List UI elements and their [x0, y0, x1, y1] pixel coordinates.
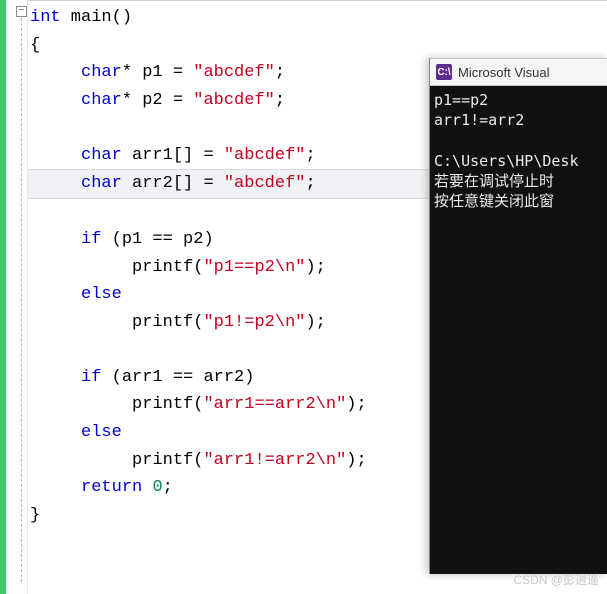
console-titlebar[interactable]: C:\ Microsoft Visual — [430, 58, 607, 86]
vs-logo-icon: C:\ — [436, 64, 452, 80]
console-line-msg2: 按任意键关闭此窗 — [434, 192, 554, 210]
line-p1-decl: char* p1 = "abcdef"; — [30, 63, 285, 82]
line-signature: int main() — [30, 8, 132, 27]
watermark-text: CSDN @彭逍遥 — [513, 571, 599, 588]
line-if-arr: if (arr1 == arr2) — [30, 368, 254, 387]
fold-guide-line — [21, 18, 22, 582]
line-else-1: else — [30, 285, 122, 304]
line-printf-p1ne: printf("p1!=p2\n"); — [30, 313, 326, 332]
line-else-2: else — [30, 423, 122, 442]
console-line-path: C:\Users\HP\Desk — [434, 152, 579, 170]
line-brace-close: } — [30, 506, 40, 525]
line-printf-p1eq: printf("p1==p2\n"); — [30, 258, 326, 277]
line-arr1-decl: char arr1[] = "abcdef"; — [30, 146, 316, 165]
console-line-2: arr1!=arr2 — [434, 111, 524, 129]
line-printf-arrne: printf("arr1!=arr2\n"); — [30, 451, 367, 470]
line-printf-arreq: printf("arr1==arr2\n"); — [30, 395, 367, 414]
line-brace-open: { — [30, 36, 40, 55]
fold-gutter: − — [6, 0, 28, 594]
line-return: return 0; — [30, 478, 173, 497]
console-output[interactable]: p1==p2 arr1!=arr2 C:\Users\HP\Desk 若要在调试… — [430, 86, 607, 216]
fold-toggle-icon[interactable]: − — [16, 6, 27, 17]
console-window: C:\ Microsoft Visual p1==p2 arr1!=arr2 C… — [429, 58, 607, 574]
console-line-1: p1==p2 — [434, 91, 488, 109]
line-if-p: if (p1 == p2) — [30, 230, 214, 249]
tab-border — [0, 0, 607, 2]
console-line-msg1: 若要在调试停止时 — [434, 172, 554, 190]
console-title-text: Microsoft Visual — [458, 65, 550, 80]
line-p2-decl: char* p2 = "abcdef"; — [30, 91, 285, 110]
